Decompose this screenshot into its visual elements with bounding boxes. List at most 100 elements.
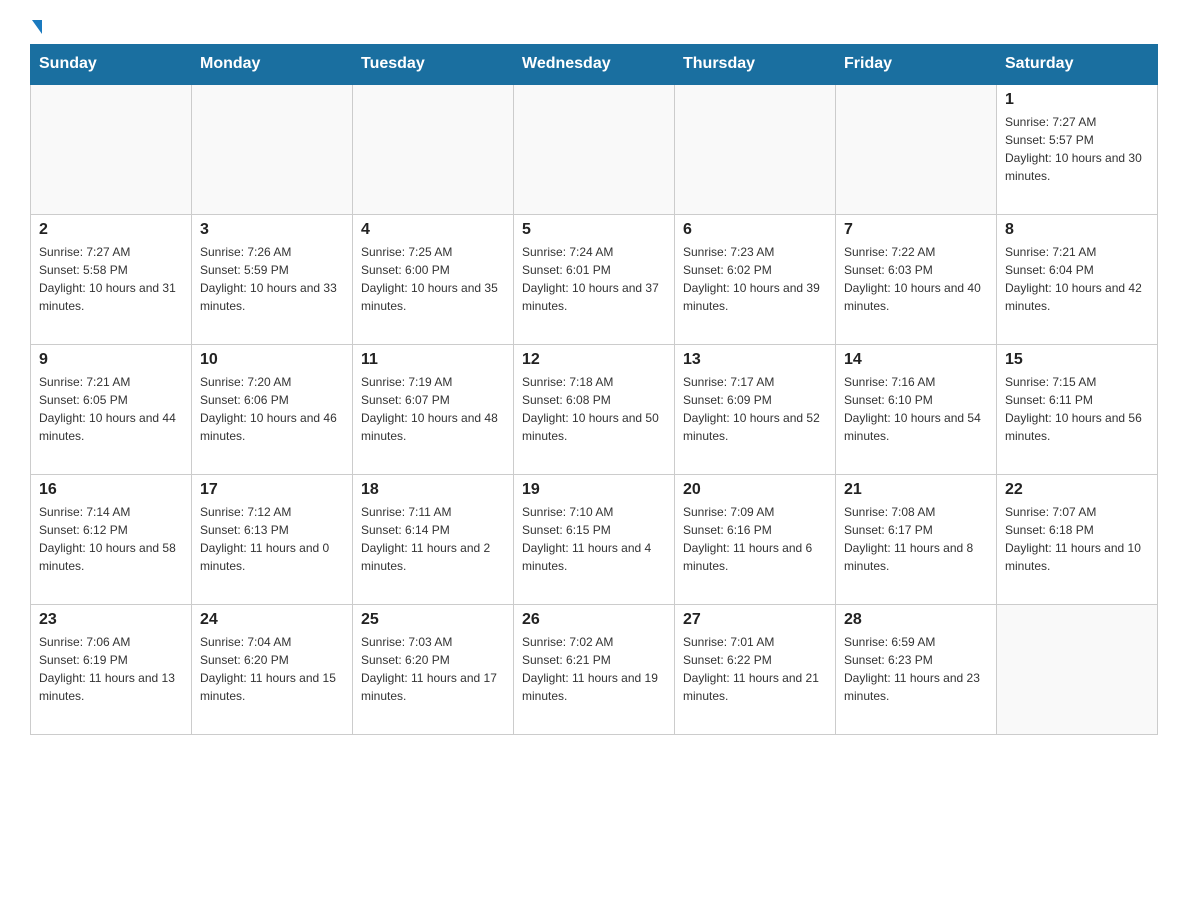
- day-info: Sunrise: 7:21 AMSunset: 6:04 PMDaylight:…: [1005, 243, 1149, 315]
- day-number: 28: [844, 611, 988, 629]
- calendar-cell-week2-day4: 5 Sunrise: 7:24 AMSunset: 6:01 PMDaylight…: [514, 214, 675, 344]
- calendar-cell-week2-day3: 4 Sunrise: 7:25 AMSunset: 6:00 PMDaylight…: [353, 214, 514, 344]
- calendar-cell-week4-day5: 20 Sunrise: 7:09 AMSunset: 6:16 PMDayligh…: [675, 474, 836, 604]
- day-info: Sunrise: 7:19 AMSunset: 6:07 PMDaylight:…: [361, 373, 505, 445]
- day-number: 20: [683, 481, 827, 499]
- day-info: Sunrise: 7:18 AMSunset: 6:08 PMDaylight:…: [522, 373, 666, 445]
- day-info: Sunrise: 7:20 AMSunset: 6:06 PMDaylight:…: [200, 373, 344, 445]
- day-info: Sunrise: 7:16 AMSunset: 6:10 PMDaylight:…: [844, 373, 988, 445]
- calendar-cell-week1-day7: 1 Sunrise: 7:27 AMSunset: 5:57 PMDaylight…: [997, 84, 1158, 214]
- day-number: 15: [1005, 351, 1149, 369]
- day-info: Sunrise: 7:04 AMSunset: 6:20 PMDaylight:…: [200, 633, 344, 705]
- calendar-week-4: 16 Sunrise: 7:14 AMSunset: 6:12 PMDayligh…: [31, 474, 1158, 604]
- calendar-cell-week5-day4: 26 Sunrise: 7:02 AMSunset: 6:21 PMDayligh…: [514, 604, 675, 734]
- day-number: 13: [683, 351, 827, 369]
- calendar-cell-week4-day3: 18Sunrise: 7:11 AMSunset: 6:14 PMDayligh…: [353, 474, 514, 604]
- calendar-cell-week3-day4: 12 Sunrise: 7:18 AMSunset: 6:08 PMDayligh…: [514, 344, 675, 474]
- day-info: Sunrise: 7:02 AMSunset: 6:21 PMDaylight:…: [522, 633, 666, 705]
- logo: [30, 20, 42, 34]
- calendar-cell-week5-day7: [997, 604, 1158, 734]
- day-info: Sunrise: 7:27 AMSunset: 5:58 PMDaylight:…: [39, 243, 183, 315]
- day-number: 2: [39, 221, 183, 239]
- calendar-cell-week1-day1: [31, 84, 192, 214]
- day-number: 22: [1005, 481, 1149, 499]
- calendar-cell-week4-day2: 17Sunrise: 7:12 AMSunset: 6:13 PMDayligh…: [192, 474, 353, 604]
- day-number: 9: [39, 351, 183, 369]
- weekday-header-monday: Monday: [192, 45, 353, 85]
- day-number: 14: [844, 351, 988, 369]
- calendar-cell-week5-day2: 24 Sunrise: 7:04 AMSunset: 6:20 PMDayligh…: [192, 604, 353, 734]
- calendar-cell-week4-day1: 16 Sunrise: 7:14 AMSunset: 6:12 PMDayligh…: [31, 474, 192, 604]
- day-info: Sunrise: 7:08 AMSunset: 6:17 PMDaylight:…: [844, 503, 988, 575]
- calendar-cell-week2-day2: 3 Sunrise: 7:26 AMSunset: 5:59 PMDaylight…: [192, 214, 353, 344]
- calendar-cell-week1-day4: [514, 84, 675, 214]
- calendar-week-5: 23 Sunrise: 7:06 AMSunset: 6:19 PMDayligh…: [31, 604, 1158, 734]
- calendar-cell-week5-day3: 25 Sunrise: 7:03 AMSunset: 6:20 PMDayligh…: [353, 604, 514, 734]
- day-info: Sunrise: 7:21 AMSunset: 6:05 PMDaylight:…: [39, 373, 183, 445]
- weekday-header-tuesday: Tuesday: [353, 45, 514, 85]
- day-number: 21: [844, 481, 988, 499]
- day-number: 25: [361, 611, 505, 629]
- logo-triangle-icon: [32, 20, 42, 34]
- calendar-cell-week5-day6: 28Sunrise: 6:59 AMSunset: 6:23 PMDayligh…: [836, 604, 997, 734]
- calendar-cell-week3-day6: 14 Sunrise: 7:16 AMSunset: 6:10 PMDayligh…: [836, 344, 997, 474]
- calendar-cell-week4-day6: 21 Sunrise: 7:08 AMSunset: 6:17 PMDayligh…: [836, 474, 997, 604]
- weekday-header-friday: Friday: [836, 45, 997, 85]
- page-header: [30, 20, 1158, 34]
- calendar-cell-week2-day5: 6 Sunrise: 7:23 AMSunset: 6:02 PMDaylight…: [675, 214, 836, 344]
- calendar-week-1: 1 Sunrise: 7:27 AMSunset: 5:57 PMDaylight…: [31, 84, 1158, 214]
- day-number: 27: [683, 611, 827, 629]
- day-number: 16: [39, 481, 183, 499]
- day-info: Sunrise: 7:06 AMSunset: 6:19 PMDaylight:…: [39, 633, 183, 705]
- calendar-header-row: SundayMondayTuesdayWednesdayThursdayFrid…: [31, 45, 1158, 85]
- day-info: Sunrise: 7:14 AMSunset: 6:12 PMDaylight:…: [39, 503, 183, 575]
- calendar-cell-week2-day6: 7Sunrise: 7:22 AMSunset: 6:03 PMDaylight…: [836, 214, 997, 344]
- calendar-cell-week1-day5: [675, 84, 836, 214]
- day-info: Sunrise: 7:12 AMSunset: 6:13 PMDaylight:…: [200, 503, 344, 575]
- calendar-cell-week3-day5: 13 Sunrise: 7:17 AMSunset: 6:09 PMDayligh…: [675, 344, 836, 474]
- calendar-cell-week2-day7: 8Sunrise: 7:21 AMSunset: 6:04 PMDaylight…: [997, 214, 1158, 344]
- day-info: Sunrise: 7:01 AMSunset: 6:22 PMDaylight:…: [683, 633, 827, 705]
- calendar-table: SundayMondayTuesdayWednesdayThursdayFrid…: [30, 44, 1158, 735]
- calendar-cell-week3-day1: 9 Sunrise: 7:21 AMSunset: 6:05 PMDaylight…: [31, 344, 192, 474]
- day-number: 3: [200, 221, 344, 239]
- calendar-cell-week1-day2: [192, 84, 353, 214]
- calendar-week-3: 9 Sunrise: 7:21 AMSunset: 6:05 PMDaylight…: [31, 344, 1158, 474]
- weekday-header-saturday: Saturday: [997, 45, 1158, 85]
- weekday-header-thursday: Thursday: [675, 45, 836, 85]
- calendar-cell-week1-day6: [836, 84, 997, 214]
- day-number: 5: [522, 221, 666, 239]
- day-info: Sunrise: 7:25 AMSunset: 6:00 PMDaylight:…: [361, 243, 505, 315]
- day-number: 12: [522, 351, 666, 369]
- day-number: 19: [522, 481, 666, 499]
- calendar-cell-week4-day7: 22 Sunrise: 7:07 AMSunset: 6:18 PMDayligh…: [997, 474, 1158, 604]
- day-info: Sunrise: 7:15 AMSunset: 6:11 PMDaylight:…: [1005, 373, 1149, 445]
- day-info: Sunrise: 7:23 AMSunset: 6:02 PMDaylight:…: [683, 243, 827, 315]
- day-number: 7: [844, 221, 988, 239]
- day-info: Sunrise: 7:09 AMSunset: 6:16 PMDaylight:…: [683, 503, 827, 575]
- calendar-week-2: 2 Sunrise: 7:27 AMSunset: 5:58 PMDaylight…: [31, 214, 1158, 344]
- calendar-cell-week1-day3: [353, 84, 514, 214]
- day-info: Sunrise: 7:11 AMSunset: 6:14 PMDaylight:…: [361, 503, 505, 575]
- day-number: 4: [361, 221, 505, 239]
- day-number: 26: [522, 611, 666, 629]
- day-info: Sunrise: 7:24 AMSunset: 6:01 PMDaylight:…: [522, 243, 666, 315]
- day-number: 11: [361, 351, 505, 369]
- day-number: 24: [200, 611, 344, 629]
- day-number: 23: [39, 611, 183, 629]
- day-number: 10: [200, 351, 344, 369]
- day-info: Sunrise: 7:10 AMSunset: 6:15 PMDaylight:…: [522, 503, 666, 575]
- calendar-cell-week5-day1: 23 Sunrise: 7:06 AMSunset: 6:19 PMDayligh…: [31, 604, 192, 734]
- calendar-cell-week5-day5: 27 Sunrise: 7:01 AMSunset: 6:22 PMDayligh…: [675, 604, 836, 734]
- weekday-header-wednesday: Wednesday: [514, 45, 675, 85]
- day-info: Sunrise: 7:17 AMSunset: 6:09 PMDaylight:…: [683, 373, 827, 445]
- weekday-header-sunday: Sunday: [31, 45, 192, 85]
- calendar-cell-week3-day7: 15 Sunrise: 7:15 AMSunset: 6:11 PMDayligh…: [997, 344, 1158, 474]
- day-info: Sunrise: 7:07 AMSunset: 6:18 PMDaylight:…: [1005, 503, 1149, 575]
- day-info: Sunrise: 7:26 AMSunset: 5:59 PMDaylight:…: [200, 243, 344, 315]
- day-number: 6: [683, 221, 827, 239]
- calendar-cell-week2-day1: 2 Sunrise: 7:27 AMSunset: 5:58 PMDaylight…: [31, 214, 192, 344]
- day-info: Sunrise: 7:03 AMSunset: 6:20 PMDaylight:…: [361, 633, 505, 705]
- day-info: Sunrise: 7:27 AMSunset: 5:57 PMDaylight:…: [1005, 113, 1149, 185]
- day-number: 1: [1005, 91, 1149, 109]
